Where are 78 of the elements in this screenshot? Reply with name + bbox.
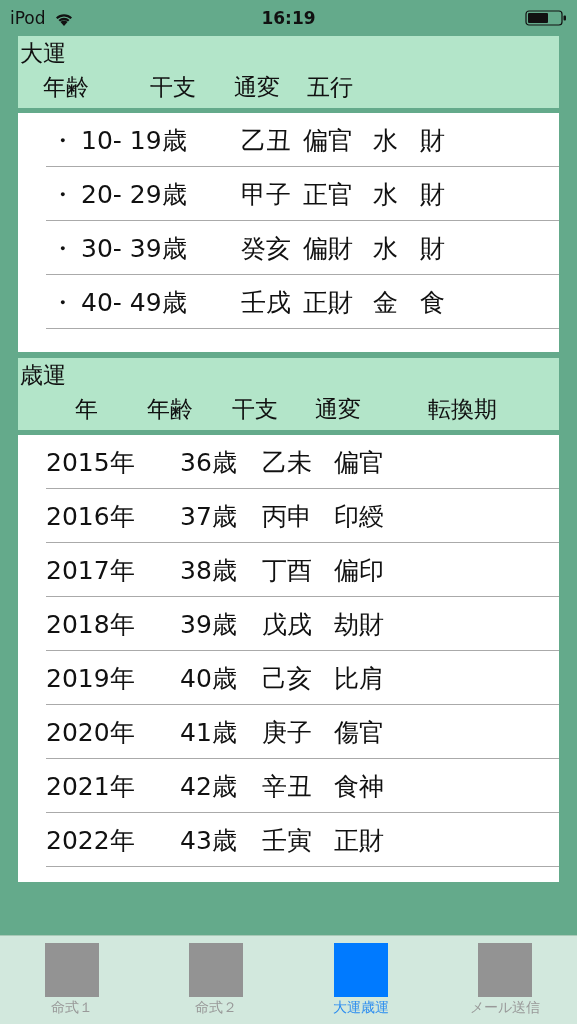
tab[interactable]: 命式１ [0,936,145,1024]
tab[interactable]: 命式２ [144,936,289,1024]
table-cell-text: 金 [373,286,399,319]
bullet: ・ [50,286,75,319]
tab[interactable]: メール送信 [432,936,577,1024]
table-cell-text: 30- 39歳 [81,232,188,265]
table-cell-text: 2016年 [46,500,136,533]
bullet: ・ [50,232,75,265]
table-cell-text: 己亥 [262,662,313,695]
table-cell-text: 財 [420,232,445,265]
table-cell-text: 財 [420,178,445,211]
table-cell-text: 水 [373,232,399,265]
table-cell-text: 39歳 [180,608,238,641]
column-header: 五行 [307,73,353,102]
table-cell-text: 2020年 [46,716,136,749]
table-cell-text: 甲子 [241,178,292,211]
clock: 16:19 [261,8,316,28]
table-cell-text: 40- 49歳 [81,286,188,319]
table-cell-text: 正官 [303,178,354,211]
table-cell-text: 劫財 [334,608,384,641]
column-header: 干支 [150,73,196,102]
column-header: 年 [75,395,98,424]
table-cell-text: 財 [420,124,445,157]
column-header: 年齢 [43,73,89,102]
column-header: 通変 [234,73,280,102]
table-cell-text: 比肩 [334,662,384,695]
table-cell-text: 2019年 [46,662,136,695]
table-cell-text: 偏官 [303,124,354,157]
table-cell-text: 偏印 [334,554,384,587]
table-cell-text: 10- 19歳 [81,124,188,157]
table-cell-text: 37歳 [180,500,238,533]
battery-icon [525,9,567,27]
table-cell-text: 丙申 [262,500,313,533]
table-cell-text: 40歳 [180,662,238,695]
table-cell-text: 2022年 [46,824,136,857]
table-cell-text: 傷官 [334,716,384,749]
tab[interactable]: 大運歳運 [288,936,433,1024]
table-cell-text: 水 [373,178,399,211]
table-cell-text: 2021年 [46,770,136,803]
table-cell-text: 癸亥 [241,232,292,265]
table-cell-text: 辛丑 [262,770,313,803]
table-cell-text: 乙丑 [241,124,292,157]
tab-icon [333,943,388,997]
table-cell-text: 20- 29歳 [81,178,188,211]
column-header: 年齢 [147,395,193,424]
table-cell-text: 庚子 [262,716,313,749]
table-cell-text: 42歳 [180,770,238,803]
bullet: ・ [50,124,75,157]
table-cell-text: 戊戌 [262,608,313,641]
column-header: 転換期 [428,395,497,424]
tab-icon [477,943,532,997]
table-cell-text: 食 [420,286,445,319]
table-cell-text: 38歳 [180,554,238,587]
table-cell-text: 正財 [303,286,354,319]
carrier-name: iPod [10,8,46,28]
table-cell-text: 2018年 [46,608,136,641]
table-cell-text: 壬寅 [262,824,313,857]
table-cell-text: 印綬 [334,500,384,533]
column-header: 干支 [232,395,278,424]
table-cell-text: 偏官 [334,446,384,479]
bullet: ・ [50,178,75,211]
table-cell-text: 36歳 [180,446,238,479]
table-cell-text: 41歳 [180,716,238,749]
table-cell-text: 偏財 [303,232,354,265]
section-title: 歳運 [19,361,66,390]
table-cell-text: 2017年 [46,554,136,587]
table-cell-text: 43歳 [180,824,238,857]
table-cell-text: 水 [373,124,399,157]
column-header: 通変 [315,395,361,424]
section-title: 大運 [19,39,66,68]
table-cell-text: 2015年 [46,446,136,479]
tab-icon [189,943,244,997]
table-cell-text: 乙未 [262,446,313,479]
table-cell-text: 食神 [334,770,384,803]
table-cell-text: 壬戌 [241,286,292,319]
table-cell-text: 正財 [334,824,384,857]
table-cell-text: 丁酉 [262,554,313,587]
tab-icon [45,943,100,997]
